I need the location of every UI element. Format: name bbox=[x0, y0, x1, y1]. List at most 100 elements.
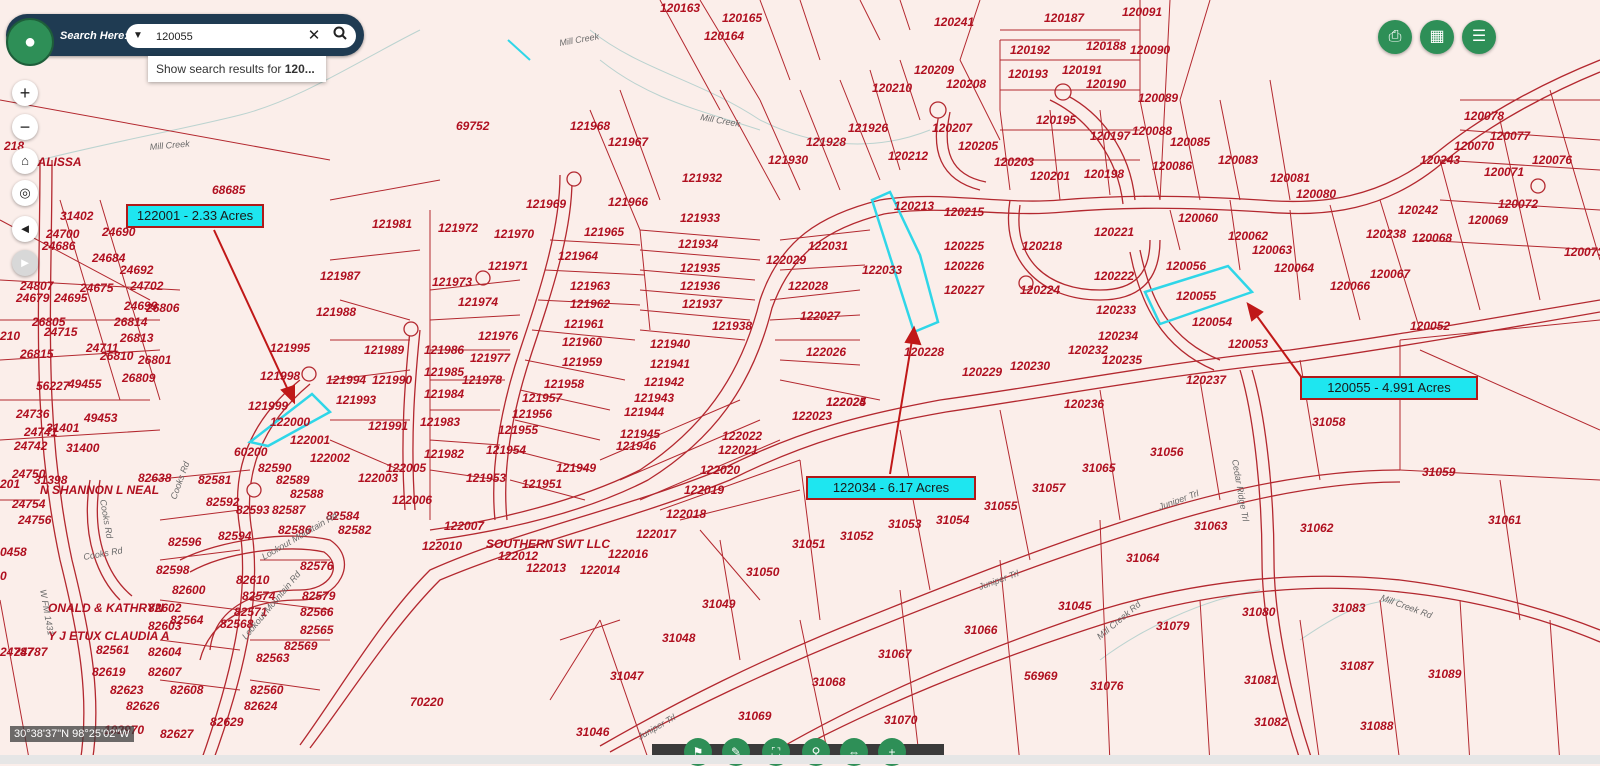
parcel-label[interactable]: 120209 bbox=[914, 63, 954, 77]
parcel-label[interactable]: Y J ETUX CLAUDIA A bbox=[48, 629, 170, 643]
parcel-label[interactable]: 122010 bbox=[422, 539, 462, 553]
parcel-label[interactable]: 121943 bbox=[634, 391, 674, 405]
parcel-label[interactable]: 121928 bbox=[806, 135, 846, 149]
parcel-label[interactable]: 82561 bbox=[96, 643, 130, 657]
parcel-label[interactable]: 121995 bbox=[270, 341, 310, 355]
parcel-label[interactable]: 121958 bbox=[544, 377, 584, 391]
parcel-label[interactable]: 31063 bbox=[1194, 519, 1228, 533]
parcel-label[interactable]: 82607 bbox=[148, 665, 183, 679]
parcel-label[interactable]: 31070 bbox=[884, 713, 918, 727]
parcel-label[interactable]: 24754 bbox=[11, 497, 46, 511]
parcel-label[interactable]: 120060 bbox=[1178, 211, 1218, 225]
parcel-label[interactable]: 31057 bbox=[1032, 481, 1067, 495]
parcel-label[interactable]: 24787 bbox=[0, 645, 35, 659]
parcel-label[interactable]: 121969 bbox=[526, 197, 566, 211]
parcel-label[interactable]: 82563 bbox=[256, 651, 290, 665]
parcel-label[interactable]: 120242 bbox=[1398, 203, 1438, 217]
parcel-label[interactable]: 120198 bbox=[1084, 167, 1124, 181]
parcel-label[interactable]: 120091 bbox=[1122, 5, 1162, 19]
parcel-label[interactable]: 122029 bbox=[766, 253, 806, 267]
parcel-label[interactable]: 82589 bbox=[276, 473, 310, 487]
parcel-label[interactable]: 120233 bbox=[1096, 303, 1136, 317]
parcel-label[interactable]: 120072 bbox=[1498, 197, 1538, 211]
parcel-label[interactable]: 121964 bbox=[558, 249, 598, 263]
parcel-label[interactable]: 24679 bbox=[15, 291, 50, 305]
parcel-label[interactable]: 69752 bbox=[456, 119, 490, 133]
parcel-label[interactable]: 82582 bbox=[338, 523, 372, 537]
parcel-label[interactable]: 0458 bbox=[0, 545, 27, 559]
parcel-label[interactable]: 121954 bbox=[486, 443, 526, 457]
parcel-label[interactable]: 121971 bbox=[488, 259, 528, 273]
parcel-label[interactable]: 121967 bbox=[608, 135, 649, 149]
parcel-label[interactable]: 120188 bbox=[1086, 39, 1126, 53]
parcel-label[interactable]: 120222 bbox=[1094, 269, 1134, 283]
parcel-label[interactable]: 120089 bbox=[1138, 91, 1178, 105]
parcel-label[interactable]: 82564 bbox=[170, 613, 204, 627]
parcel-label[interactable]: 31055 bbox=[984, 499, 1018, 513]
parcel-label[interactable]: 56227 bbox=[36, 379, 71, 393]
parcel-label[interactable]: 120066 bbox=[1330, 279, 1370, 293]
parcel-label[interactable]: 31045 bbox=[1058, 599, 1092, 613]
parcel-label[interactable]: 120236 bbox=[1064, 397, 1104, 411]
parcel-label[interactable]: 31082 bbox=[1254, 715, 1288, 729]
parcel-label[interactable]: 120063 bbox=[1252, 243, 1292, 257]
parcel-label[interactable]: 122001 bbox=[290, 433, 330, 447]
parcel-label[interactable]: 31076 bbox=[1090, 679, 1124, 693]
parcel-label[interactable]: 121956 bbox=[512, 407, 552, 421]
parcel-label[interactable]: 31069 bbox=[738, 709, 772, 723]
parcel-label[interactable]: 31083 bbox=[1332, 601, 1366, 615]
search-input[interactable] bbox=[154, 26, 308, 48]
parcel-label[interactable]: 121960 bbox=[562, 335, 602, 349]
parcel-label[interactable]: 122013 bbox=[526, 561, 566, 575]
parcel-label[interactable]: 31056 bbox=[1150, 445, 1184, 459]
parcel-label[interactable]: 120227 bbox=[944, 283, 985, 297]
parcel-label[interactable]: 82598 bbox=[156, 563, 190, 577]
parcel-label[interactable]: 120205 bbox=[958, 139, 998, 153]
parcel-label[interactable]: 121937 bbox=[682, 297, 723, 311]
parcel-label[interactable]: 121945 bbox=[620, 427, 660, 441]
parcel-label[interactable]: 82565 bbox=[300, 623, 334, 637]
parcel-label[interactable]: 121974 bbox=[458, 295, 498, 309]
parcel-label[interactable]: 121957 bbox=[522, 391, 563, 405]
parcel-label[interactable]: 24756 bbox=[17, 513, 52, 527]
parcel-label[interactable]: 82587 bbox=[272, 503, 307, 517]
parcel-label[interactable]: 121989 bbox=[364, 343, 404, 357]
parcel-label[interactable]: 120071 bbox=[1484, 165, 1524, 179]
parcel-label[interactable]: 120088 bbox=[1132, 124, 1172, 138]
parcel-label[interactable]: 122016 bbox=[608, 547, 648, 561]
locate-icon[interactable]: ◎ bbox=[12, 180, 38, 206]
parcel-label[interactable]: 56969 bbox=[1024, 669, 1058, 683]
parcel-label[interactable]: 121955 bbox=[498, 423, 538, 437]
parcel-label[interactable]: 122028 bbox=[788, 279, 828, 293]
parcel-label[interactable]: 120187 bbox=[1044, 11, 1085, 25]
parcel-label[interactable]: 82576 bbox=[300, 559, 334, 573]
parcel-label[interactable]: 121930 bbox=[768, 153, 808, 167]
parcel-label[interactable]: 82581 bbox=[198, 473, 232, 487]
parcel-label[interactable]: 120241 bbox=[934, 15, 974, 29]
parcel-label[interactable]: 121972 bbox=[438, 221, 478, 235]
parcel-label[interactable]: 121936 bbox=[680, 279, 720, 293]
forward-arrow-icon[interactable]: ► bbox=[12, 250, 38, 276]
parcel-label[interactable]: 120052 bbox=[1410, 319, 1450, 333]
parcel-label[interactable]: 121935 bbox=[680, 261, 720, 275]
parcel-label[interactable]: 122018 bbox=[666, 507, 706, 521]
parcel-label[interactable]: 31048 bbox=[662, 631, 696, 645]
parcel-label[interactable]: 31067 bbox=[878, 647, 913, 661]
parcel-label[interactable]: 26813 bbox=[119, 331, 154, 345]
parcel-label[interactable]: 121946 bbox=[616, 439, 656, 453]
parcel-label[interactable]: 122000 bbox=[270, 415, 310, 429]
parcel-label[interactable]: 60200 bbox=[234, 445, 268, 459]
parcel-label[interactable]: 120226 bbox=[944, 259, 984, 273]
parcel-label[interactable]: 121978 bbox=[462, 373, 502, 387]
parcel-label[interactable]: 210 bbox=[0, 329, 20, 343]
parcel-label[interactable]: 31054 bbox=[936, 513, 970, 527]
parcel-label[interactable]: 31081 bbox=[1244, 673, 1278, 687]
parcel-label[interactable]: 120054 bbox=[1192, 315, 1232, 329]
parcel-label[interactable]: 26814 bbox=[113, 315, 148, 329]
parcel-label[interactable]: 121985 bbox=[424, 365, 464, 379]
parcel-label[interactable]: 120193 bbox=[1008, 67, 1048, 81]
parcel-label[interactable]: 121981 bbox=[372, 217, 412, 231]
parcel-label[interactable]: 122027 bbox=[800, 309, 841, 323]
parcel-label[interactable]: 82629 bbox=[210, 715, 244, 729]
parcel-label[interactable]: 121993 bbox=[336, 393, 376, 407]
